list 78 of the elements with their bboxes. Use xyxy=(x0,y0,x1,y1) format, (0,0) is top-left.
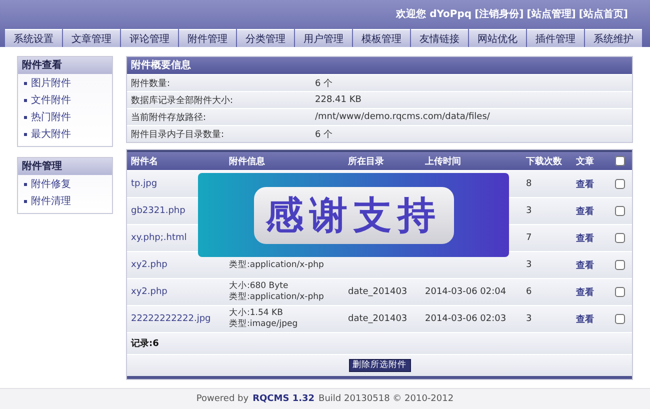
sidebar-title: 附件管理 xyxy=(18,158,112,175)
footer-text: Build 20130518 © 2010-2012 xyxy=(318,394,454,404)
view-link[interactable]: 查看 xyxy=(576,204,609,218)
sidebar-link[interactable]: 附件修复 xyxy=(18,175,112,192)
column-header: 附件名 xyxy=(131,156,159,168)
nav-tab[interactable]: 模板管理 xyxy=(353,29,410,47)
table-cell: 6 xyxy=(526,287,532,297)
info-label: 当前附件存放路径: xyxy=(131,112,208,124)
nav-tab[interactable]: 附件管理 xyxy=(179,29,236,47)
column-header: 下载次数 xyxy=(526,155,563,168)
nav-tab[interactable]: 网站优化 xyxy=(469,29,526,47)
file-info: 类型:application/x-php xyxy=(229,292,325,303)
nav-tab[interactable]: 文章管理 xyxy=(63,29,120,47)
header-link[interactable]: [站点首页] xyxy=(578,7,628,21)
file-link[interactable]: xy2.php xyxy=(131,287,168,297)
column-header: 所在目录 xyxy=(348,156,385,168)
table-cell: 3 xyxy=(526,260,532,270)
select-all-checkbox[interactable] xyxy=(615,156,625,166)
nav-tab[interactable]: 系统设置 xyxy=(5,29,62,47)
table-cell: 3 xyxy=(526,314,532,324)
row-checkbox[interactable] xyxy=(615,260,625,270)
nav-tab[interactable]: 评论管理 xyxy=(121,29,178,47)
file-info: 类型:application/x-php xyxy=(229,260,325,270)
welcome-text: 欢迎您 dYoPpq xyxy=(396,7,472,21)
footer-link[interactable]: RQCMS 1.32 xyxy=(252,394,315,404)
file-link[interactable]: tp.jpg xyxy=(131,179,158,189)
table-cell: 2014-03-06 02:04 xyxy=(425,287,506,297)
sidebar-link[interactable]: 文件附件 xyxy=(18,91,112,108)
file-info: 大小:680 Byte xyxy=(229,281,290,292)
file-info: 类型:image/jpeg xyxy=(229,319,299,330)
table-cell: date_201403 xyxy=(348,314,408,324)
nav-tab[interactable]: 友情链接 xyxy=(411,29,468,47)
sidebar-title: 附件查看 xyxy=(18,57,112,74)
info-value: 6 个 xyxy=(315,128,334,140)
column-header: 文章 xyxy=(576,155,595,168)
info-value: 228.41 KB xyxy=(315,95,362,105)
file-link[interactable]: xy2.php xyxy=(131,260,168,270)
sidebar-link[interactable]: 图片附件 xyxy=(18,74,112,91)
table-cell: 2014-03-06 02:03 xyxy=(425,314,506,324)
row-checkbox[interactable] xyxy=(615,287,625,297)
view-link[interactable]: 查看 xyxy=(576,286,609,298)
delete-button[interactable]: 删除所选附件 xyxy=(348,359,410,372)
sidebar-link[interactable]: 附件清理 xyxy=(18,192,112,209)
table-cell: 7 xyxy=(526,233,532,243)
column-header: 附件信息 xyxy=(229,156,266,168)
nav-tab[interactable]: 插件管理 xyxy=(527,29,584,47)
nav-tab[interactable]: 用户管理 xyxy=(295,29,352,47)
nav-tab[interactable]: 系统维护 xyxy=(585,29,642,47)
column-header: 上传时间 xyxy=(425,155,462,168)
view-link[interactable]: 查看 xyxy=(576,232,609,244)
row-checkbox[interactable] xyxy=(615,233,625,243)
sidebar-link[interactable]: 热门附件 xyxy=(18,108,112,125)
panel-title: 附件概要信息 xyxy=(127,57,632,74)
info-label: 附件目录内子目录数量: xyxy=(131,128,226,140)
info-label: 附件数量: xyxy=(131,78,172,90)
nav-tab[interactable]: 分类管理 xyxy=(237,29,294,47)
info-label: 数据库记录全部附件大小: xyxy=(131,94,234,106)
banner-text: 感谢支持 xyxy=(254,186,454,244)
table-cell: date_201403 xyxy=(348,287,408,297)
header-link[interactable]: [注销身份] xyxy=(474,7,524,21)
row-checkbox[interactable] xyxy=(615,314,625,324)
table-cell: 3 xyxy=(526,206,532,216)
record-count: 记录:6 xyxy=(131,338,159,350)
file-link[interactable]: gb2321.php xyxy=(131,206,186,216)
table-cell: 8 xyxy=(526,179,532,189)
view-link[interactable]: 查看 xyxy=(576,312,609,326)
sidebar-link[interactable]: 最大附件 xyxy=(18,125,112,142)
info-value: /mnt/www/demo.rqcms.com/data/files/ xyxy=(315,112,491,122)
view-link[interactable]: 查看 xyxy=(576,178,609,190)
row-checkbox[interactable] xyxy=(615,206,625,216)
view-link[interactable]: 查看 xyxy=(576,258,609,272)
file-link[interactable]: 22222222222.jpg xyxy=(131,314,211,324)
info-value: 6 个 xyxy=(315,78,334,90)
file-info: 大小:1.54 KB xyxy=(229,308,284,319)
file-link[interactable]: xy.php;.html xyxy=(131,233,187,243)
footer-text: Powered by xyxy=(196,394,249,404)
header-link[interactable]: [站点管理] xyxy=(526,7,576,21)
row-checkbox[interactable] xyxy=(615,179,625,189)
